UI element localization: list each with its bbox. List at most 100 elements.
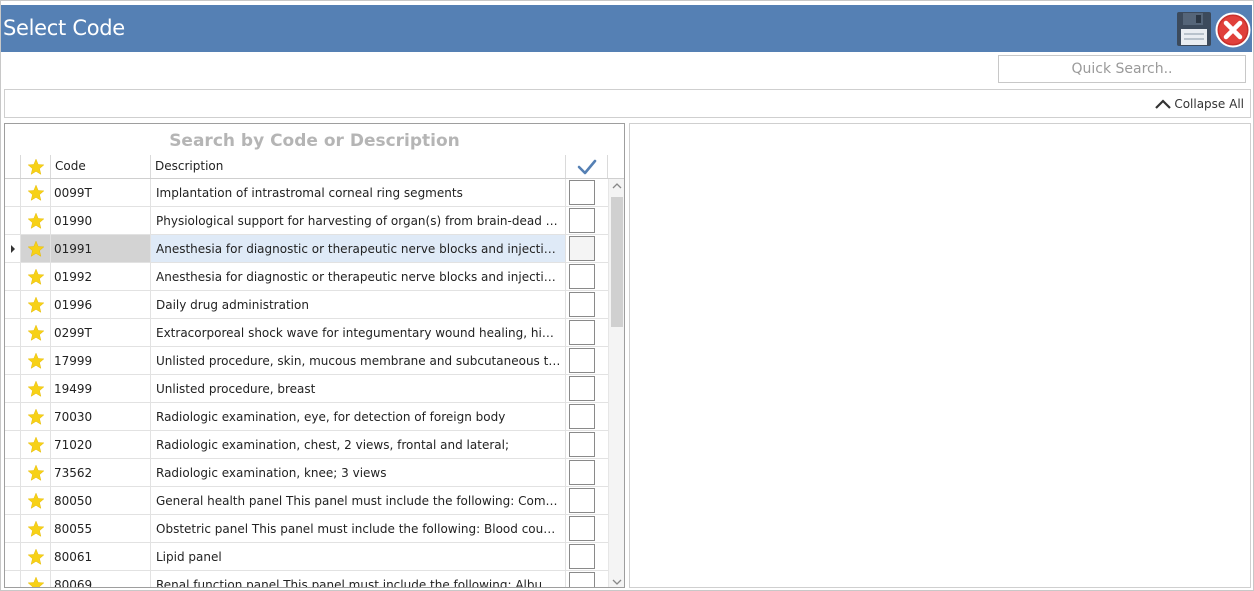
favorite-toggle[interactable] [21,347,51,375]
select-cell [566,179,608,207]
select-checkbox[interactable] [569,460,595,485]
table-row[interactable]: 80050 General health panel This panel mus… [5,487,608,515]
star-icon [27,520,44,537]
row-indicator [5,319,21,347]
favorite-toggle[interactable] [21,319,51,347]
table-row[interactable]: 01990 Physiological support for harvestin… [5,207,608,235]
header-favorite-column[interactable] [21,155,51,178]
favorite-toggle[interactable] [21,403,51,431]
scroll-down-icon[interactable] [612,578,622,586]
favorite-toggle[interactable] [21,291,51,319]
code-cell: 0299T [51,319,151,347]
collapse-all-button[interactable]: Collapse All [1154,97,1244,111]
code-cell: 80050 [51,487,151,515]
quick-search-input[interactable] [998,55,1246,83]
close-button[interactable] [1215,12,1251,48]
select-checkbox[interactable] [569,404,595,429]
favorite-toggle[interactable] [21,487,51,515]
header-code-column[interactable]: Code [51,155,151,178]
row-indicator [5,571,21,587]
favorite-toggle[interactable] [21,375,51,403]
select-checkbox[interactable] [569,488,595,513]
row-indicator [5,375,21,403]
code-cell: 19499 [51,375,151,403]
select-checkbox[interactable] [569,320,595,345]
table-row[interactable]: 19499 Unlisted procedure, breast [5,375,608,403]
select-checkbox[interactable] [569,236,595,261]
favorite-toggle[interactable] [21,235,51,263]
description-cell: Implantation of intrastromal corneal rin… [151,179,566,207]
row-indicator [5,403,21,431]
select-checkbox[interactable] [569,376,595,401]
favorite-toggle[interactable] [21,263,51,291]
header-select-column[interactable] [566,155,608,178]
select-cell [566,291,608,319]
favorite-toggle[interactable] [21,571,51,587]
table-row[interactable]: 01996 Daily drug administration [5,291,608,319]
table-row[interactable]: 71020 Radiologic examination, chest, 2 vi… [5,431,608,459]
checkmark-icon [577,159,596,174]
table-row[interactable]: 17999 Unlisted procedure, skin, mucous me… [5,347,608,375]
favorite-toggle[interactable] [21,459,51,487]
table-row[interactable]: 01991 Anesthesia for diagnostic or therap… [5,235,608,263]
code-cell: 0099T [51,179,151,207]
vertical-scrollbar[interactable] [608,179,624,587]
chevron-up-icon [1155,99,1172,109]
description-cell: Anesthesia for diagnostic or therapeutic… [151,235,566,263]
code-cell: 80069 [51,571,151,587]
table-row[interactable]: 0299T Extracorporeal shock wave for integ… [5,319,608,347]
table-row[interactable]: 01992 Anesthesia for diagnostic or therap… [5,263,608,291]
star-icon [27,296,44,313]
description-cell: Renal function panel This panel must inc… [151,571,566,587]
star-icon [27,492,44,509]
title-bar: Select Code [1,5,1252,52]
row-indicator [5,543,21,571]
table-row[interactable]: 70030 Radiologic examination, eye, for de… [5,403,608,431]
header-description-column[interactable]: Description [151,155,566,178]
save-button[interactable] [1176,11,1212,47]
star-icon [27,352,44,369]
close-icon [1215,12,1251,48]
description-cell: Unlisted procedure, skin, mucous membran… [151,347,566,375]
favorite-toggle[interactable] [21,515,51,543]
scroll-up-icon[interactable] [612,182,622,190]
description-cell: Anesthesia for diagnostic or therapeutic… [151,263,566,291]
select-cell [566,347,608,375]
row-indicator [5,179,21,207]
table-row[interactable]: 80061 Lipid panel [5,543,608,571]
select-checkbox[interactable] [569,180,595,205]
description-cell: Radiologic examination, knee; 3 views [151,459,566,487]
scrollbar-thumb[interactable] [611,197,623,327]
favorite-toggle[interactable] [21,431,51,459]
select-checkbox[interactable] [569,292,595,317]
select-checkbox[interactable] [569,572,595,587]
row-indicator [5,459,21,487]
grid-header: Code Description [5,155,624,179]
description-cell: Obstetric panel This panel must include … [151,515,566,543]
select-checkbox[interactable] [569,516,595,541]
select-checkbox[interactable] [569,264,595,289]
description-cell: General health panel This panel must inc… [151,487,566,515]
favorite-toggle[interactable] [21,179,51,207]
code-cell: 01996 [51,291,151,319]
star-icon [27,436,44,453]
description-cell: Radiologic examination, chest, 2 views, … [151,431,566,459]
select-checkbox[interactable] [569,544,595,569]
select-cell [566,403,608,431]
select-cell [566,487,608,515]
star-icon [27,576,44,587]
select-cell [566,263,608,291]
table-row[interactable]: 73562 Radiologic examination, knee; 3 vie… [5,459,608,487]
description-cell: Extracorporeal shock wave for integument… [151,319,566,347]
floppy-disk-icon [1177,12,1211,46]
select-checkbox[interactable] [569,208,595,233]
table-row[interactable]: 80055 Obstetric panel This panel must inc… [5,515,608,543]
table-row[interactable]: 0099T Implantation of intrastromal cornea… [5,179,608,207]
select-cell [566,375,608,403]
description-cell: Physiological support for harvesting of … [151,207,566,235]
favorite-toggle[interactable] [21,207,51,235]
select-checkbox[interactable] [569,432,595,457]
favorite-toggle[interactable] [21,543,51,571]
table-row[interactable]: 80069 Renal function panel This panel mus… [5,571,608,587]
select-checkbox[interactable] [569,348,595,373]
